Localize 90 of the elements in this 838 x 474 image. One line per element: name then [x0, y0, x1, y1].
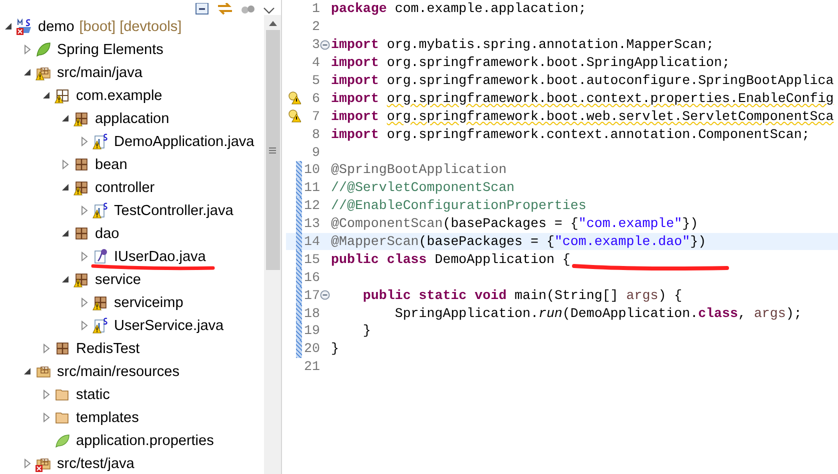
tree-item[interactable]: dao — [95, 226, 120, 242]
collapsed-arrow-icon[interactable] — [79, 205, 90, 216]
collapsed-arrow-icon[interactable] — [41, 343, 52, 354]
line-number: 11 — [303, 180, 320, 196]
line-number: 5 — [311, 73, 320, 88]
tree-item[interactable]: DemoApplication.java — [114, 134, 254, 150]
line-number: 6 — [311, 90, 320, 106]
warning-bulb-icon[interactable] — [288, 109, 300, 124]
code-line: public static void main(String[] args) { — [362, 288, 682, 303]
code-line: //@EnableConfigurationProperties — [331, 198, 586, 214]
fold-icon[interactable] — [320, 290, 330, 300]
collapsed-arrow-icon[interactable] — [79, 136, 90, 147]
grip-icon — [269, 146, 276, 154]
tree-item[interactable]: src/main/resources — [57, 364, 180, 380]
expanded-arrow-icon[interactable] — [3, 21, 14, 32]
line-number: 9 — [311, 144, 320, 160]
code-line: import org.springframework.context.annotation.ComponentScan; — [331, 126, 810, 142]
tree-item[interactable]: TestController.java — [114, 202, 234, 218]
code-line: } — [362, 323, 371, 338]
link-arrows-icon[interactable] — [217, 3, 233, 15]
line-number: 19 — [303, 323, 320, 338]
tree-item[interactable]: IUserDao.java — [114, 248, 206, 264]
fold-icon[interactable] — [320, 40, 330, 50]
collapsed-arrow-icon[interactable] — [79, 320, 90, 331]
code-line: import org.springframework.boot.context.properties.EnableConfig — [331, 90, 834, 106]
tree-item[interactable]: applacation — [95, 110, 170, 126]
code-line: @SpringBootApplication — [331, 162, 507, 178]
code-line: @ComponentScan(basePackages = {"com.example"}) — [331, 216, 698, 232]
line-number: 3 — [311, 37, 320, 52]
collapsed-arrow-icon[interactable] — [79, 251, 90, 262]
code-line: public class DemoApplication { — [331, 252, 570, 267]
tree-item[interactable]: bean — [95, 156, 128, 172]
line-number: 17 — [303, 288, 320, 303]
dots-icon[interactable] — [241, 5, 255, 15]
tree-item[interactable]: Spring Elements — [57, 42, 164, 58]
expanded-arrow-icon[interactable] — [60, 113, 71, 124]
tree-item[interactable]: com.example — [76, 88, 162, 104]
line-number: 2 — [311, 19, 320, 34]
line-number: 10 — [303, 162, 320, 178]
expanded-arrow-icon[interactable] — [22, 366, 33, 377]
code-line: SpringApplication.run(DemoApplication.class, args); — [394, 306, 802, 321]
line-number: 14 — [303, 234, 320, 250]
line-number: 1 — [311, 1, 320, 16]
tree-item[interactable]: templates — [76, 410, 139, 426]
code-line: import org.springframework.boot.web.servlet.ServletComponentSca — [331, 108, 834, 124]
collapsed-arrow-icon[interactable] — [41, 412, 52, 423]
code-line: } — [331, 341, 339, 356]
tree-item[interactable]: controller — [95, 180, 155, 196]
tree-item[interactable]: application.properties — [76, 432, 214, 448]
line-number: 13 — [303, 216, 320, 232]
project-decoration: [boot] [devtools] — [79, 18, 182, 34]
expanded-arrow-icon[interactable] — [60, 274, 71, 285]
tree-item[interactable]: static — [76, 386, 110, 402]
tree-item[interactable]: service — [95, 272, 141, 288]
tree-item[interactable]: RedisTest — [76, 340, 140, 356]
tree-item[interactable]: demo — [38, 18, 74, 34]
line-number: 16 — [303, 270, 320, 285]
code-line: @MapperScan(basePackages = {"com.example.dao"}) — [331, 234, 706, 250]
code-line: //@ServletComponentScan — [331, 180, 515, 196]
collapse-all-icon[interactable] — [195, 3, 209, 15]
line-number: 18 — [303, 306, 320, 321]
tree-item[interactable]: serviceimp — [114, 294, 184, 310]
collapsed-arrow-icon[interactable] — [22, 44, 33, 55]
line-number: 8 — [311, 126, 320, 142]
tree-item[interactable]: UserService.java — [114, 318, 224, 334]
scrollbar-thumb[interactable] — [266, 30, 280, 270]
scrollbar[interactable] — [264, 15, 281, 474]
tree-item[interactable]: src/test/java — [57, 456, 134, 472]
collapsed-arrow-icon[interactable] — [22, 458, 33, 469]
line-number: 15 — [303, 252, 320, 267]
tree-item[interactable]: src/main/java — [57, 64, 142, 80]
collapsed-arrow-icon[interactable] — [60, 159, 71, 170]
expanded-arrow-icon[interactable] — [60, 182, 71, 193]
expanded-arrow-icon[interactable] — [41, 90, 52, 101]
scroll-up-icon[interactable] — [268, 21, 276, 26]
code-line: import org.mybatis.spring.annotation.MapperScan; — [331, 37, 714, 52]
collapsed-arrow-icon[interactable] — [41, 389, 52, 400]
collapsed-arrow-icon[interactable] — [79, 297, 90, 308]
line-number: 20 — [303, 341, 320, 356]
code-line: import org.springframework.boot.SpringApplication; — [331, 55, 730, 70]
line-number: 12 — [303, 198, 320, 214]
expanded-arrow-icon[interactable] — [60, 228, 71, 239]
warning-bulb-icon[interactable] — [288, 91, 300, 106]
line-number: 4 — [311, 55, 320, 70]
code-line: import org.springframework.boot.autoconfigure.SpringBootApplica — [331, 73, 834, 88]
code-line: package com.example.applacation; — [331, 1, 586, 16]
expanded-arrow-icon[interactable] — [22, 67, 33, 78]
line-number: 7 — [311, 108, 320, 124]
menu-caret-icon[interactable] — [263, 7, 275, 15]
line-number: 21 — [303, 359, 320, 374]
